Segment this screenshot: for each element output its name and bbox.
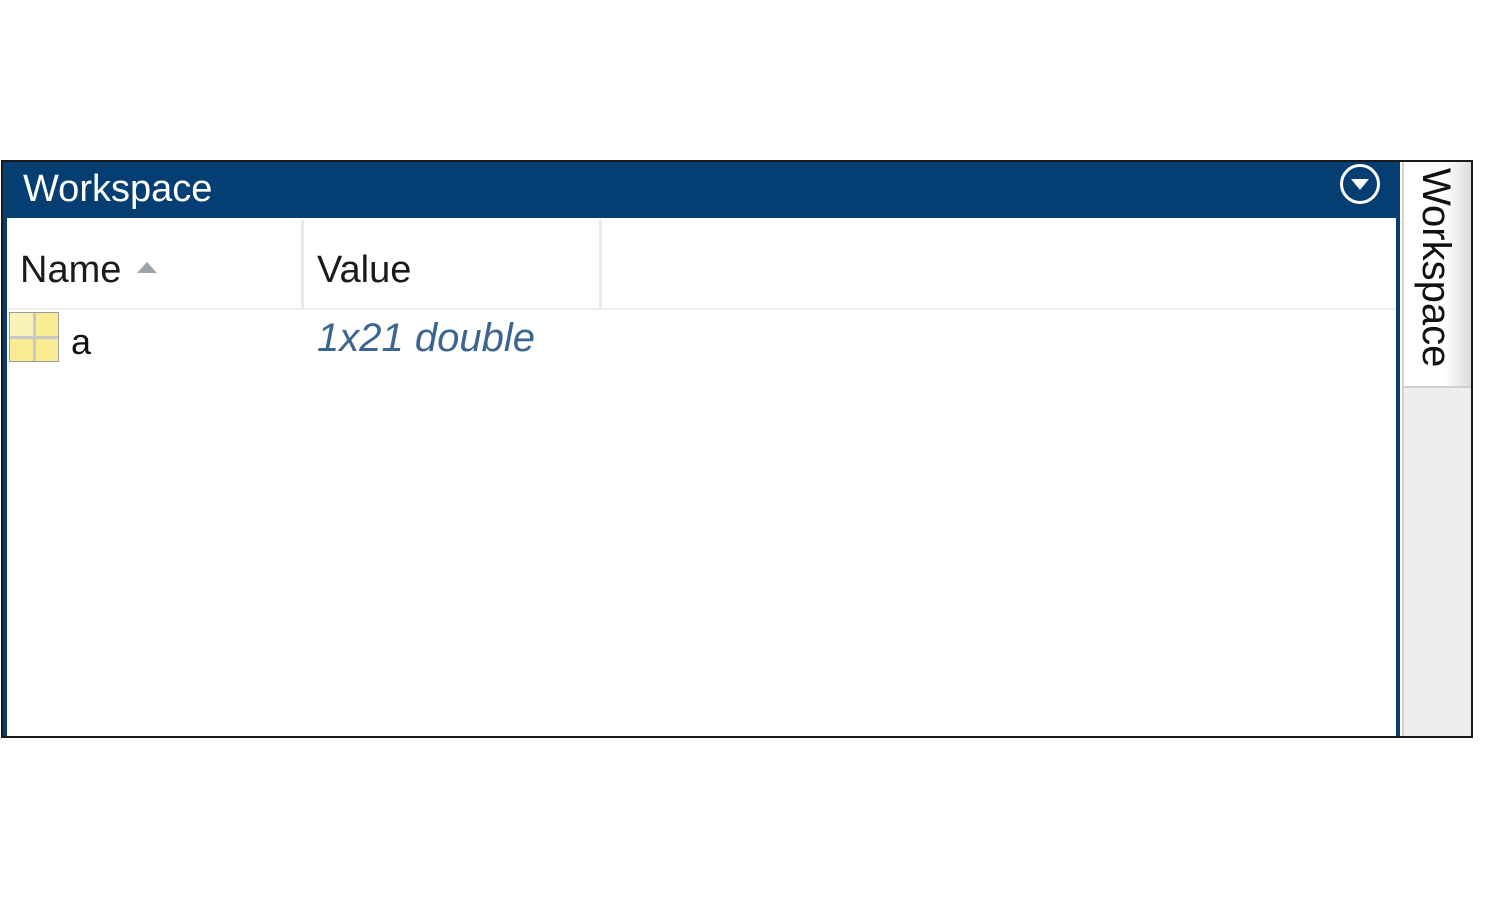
panel-title: Workspace — [23, 168, 213, 210]
chevron-down-icon — [1351, 179, 1369, 190]
workspace-panel: Workspace Name Value a 1x21 double — [3, 162, 1400, 736]
side-tab-strip: Workspace — [1402, 162, 1471, 736]
panel-title-bar[interactable]: Workspace — [3, 162, 1400, 218]
column-header-value[interactable]: Value — [304, 220, 602, 308]
variables-table: Name Value a 1x21 double — [7, 220, 1396, 736]
side-tab-workspace[interactable]: Workspace — [1404, 162, 1471, 388]
sort-ascending-icon — [137, 262, 157, 273]
side-tab-label: Workspace — [1414, 168, 1458, 368]
matrix-variable-icon — [9, 312, 59, 362]
column-header-label: Name — [20, 249, 122, 291]
panel-right-border — [1396, 218, 1400, 736]
workspace-window: Workspace Name Value a 1x21 double Works… — [1, 160, 1473, 738]
variable-value: 1x21 double — [317, 316, 535, 360]
variable-name: a — [71, 321, 92, 362]
column-header-empty[interactable] — [602, 220, 1396, 308]
panel-actions-menu-icon[interactable] — [1340, 164, 1380, 204]
table-row[interactable]: a 1x21 double — [7, 312, 1396, 370]
column-header-label: Value — [317, 249, 412, 291]
column-header-name[interactable]: Name — [7, 220, 304, 308]
table-header: Name Value — [7, 220, 1396, 310]
